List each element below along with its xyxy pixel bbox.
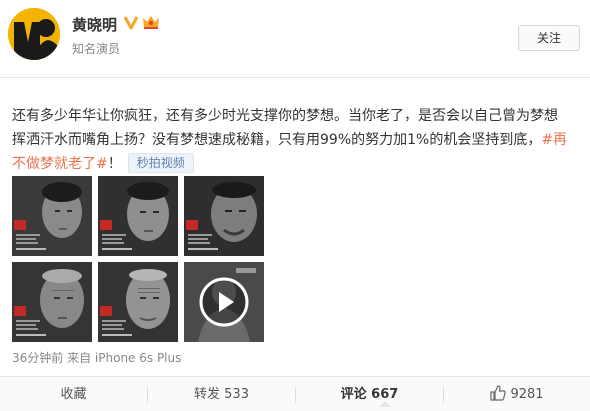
post-text: 还有多少年华让你疯狂，还有多少时光支撑你的梦想。当你老了，是否会以自己曾为梦想 … <box>12 104 584 176</box>
post-time[interactable]: 36分钟前 <box>12 351 63 365</box>
hashtag-link-part-1[interactable]: #再 <box>541 132 567 148</box>
post-meta: 36分钟前 来自 iPhone 6s Plus <box>12 349 181 366</box>
grid-video-thumbnail[interactable] <box>184 262 264 342</box>
post-text-exclamation: ！ <box>107 156 122 172</box>
action-bar: 收藏 转发 533 评论 667 9281 <box>0 376 590 411</box>
video-link-button[interactable]: 秒拍视频 <box>127 153 194 173</box>
comment-active-indicator <box>379 401 391 407</box>
post-text-line-1: 还有多少年华让你疯狂，还有多少时光支撑你的梦想。当你老了，是否会以自己曾为梦想 <box>12 108 558 124</box>
grid-image-3[interactable] <box>184 176 264 256</box>
like-button[interactable]: 9281 <box>444 377 590 411</box>
user-subtitle: 知名演员 <box>72 42 121 56</box>
avatar[interactable] <box>8 8 60 60</box>
repost-button[interactable]: 转发 533 <box>148 377 295 411</box>
video-play-icon[interactable] <box>198 276 250 328</box>
post-text-line-3: 不做梦就老了#！ 秒拍视频 <box>12 152 584 176</box>
thumbs-up-icon <box>490 385 507 401</box>
post-text-line-2: 挥洒汗水而嘴角上扬？没有梦想速成秘籍，只有用99%的努力加1%的机会坚持到底，#… <box>12 128 584 152</box>
portrait-older-icon <box>12 262 92 342</box>
post-text-line-2-body: 挥洒汗水而嘴角上扬？没有梦想速成秘籍，只有用99%的努力加1%的机会坚持到底， <box>12 132 542 148</box>
hashtag-link-part-2[interactable]: 不做梦就老了# <box>12 156 108 172</box>
post-header: 黄晓明 知名演员 关注 <box>0 0 590 78</box>
verified-badge-icon <box>123 16 139 30</box>
favorite-button[interactable]: 收藏 <box>0 377 147 411</box>
post-source[interactable]: 来自 iPhone 6s Plus <box>67 351 181 365</box>
portrait-middle-aged-icon <box>184 176 264 256</box>
grid-image-1[interactable] <box>12 176 92 256</box>
grid-image-4[interactable] <box>12 262 92 342</box>
grid-image-2[interactable] <box>98 176 178 256</box>
like-count: 9281 <box>510 387 544 402</box>
follow-button[interactable]: 关注 <box>518 25 580 51</box>
portrait-adult-icon <box>98 176 178 256</box>
portrait-elderly-icon <box>98 262 178 342</box>
grid-image-5[interactable] <box>98 262 178 342</box>
vip-crown-icon[interactable] <box>142 14 160 30</box>
comment-button[interactable]: 评论 667 <box>296 377 443 411</box>
avatar-logo-icon <box>8 8 60 60</box>
portrait-young-icon <box>12 176 92 256</box>
user-name[interactable]: 黄晓明 <box>72 14 117 35</box>
